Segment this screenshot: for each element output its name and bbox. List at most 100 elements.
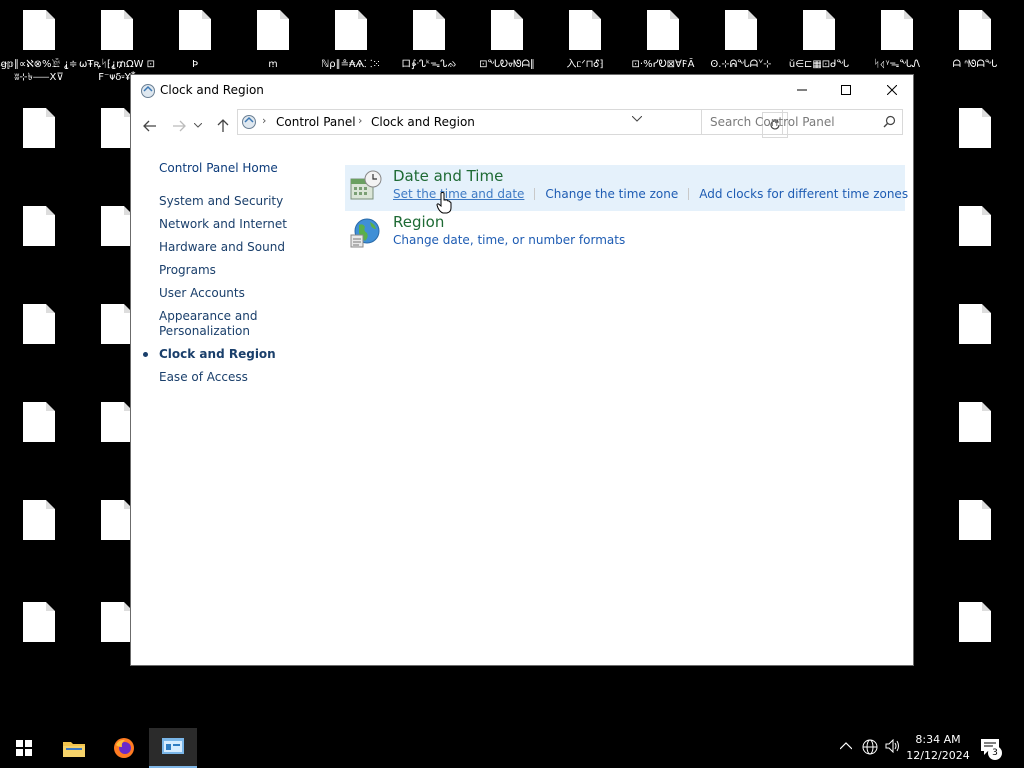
add-clocks-link[interactable]: Add clocks for different time zones bbox=[699, 187, 908, 201]
file-icon bbox=[23, 206, 55, 246]
taskbar: 8:34 AM 12/12/2024 3 bbox=[0, 728, 1024, 768]
search-box[interactable] bbox=[701, 109, 903, 135]
address-dropdown-button[interactable] bbox=[631, 114, 643, 125]
link-divider bbox=[688, 188, 690, 200]
desktop-file-icon[interactable] bbox=[936, 592, 1014, 682]
change-time-zone-link[interactable]: Change the time zone bbox=[545, 187, 678, 201]
nav-user-accounts[interactable]: User Accounts bbox=[159, 286, 339, 301]
file-icon bbox=[959, 602, 991, 642]
file-icon bbox=[101, 602, 133, 642]
nav-network-and-internet[interactable]: Network and Internet bbox=[159, 217, 339, 232]
date-and-time-title[interactable]: Date and Time bbox=[393, 167, 503, 185]
desktop-file-icon[interactable] bbox=[936, 490, 1014, 580]
chevron-up-icon bbox=[839, 742, 853, 750]
file-icon bbox=[23, 500, 55, 540]
search-input[interactable] bbox=[702, 110, 878, 134]
notification-count-badge: 3 bbox=[988, 746, 1002, 760]
file-icon bbox=[101, 402, 133, 442]
maximize-icon bbox=[841, 85, 851, 95]
desktop-file-icon[interactable]: ᗩ ᐢᘚᗩᖓ bbox=[936, 0, 1014, 90]
region-globe-icon bbox=[350, 218, 380, 248]
category-date-and-time[interactable]: Date and Time Set the time and date Chang… bbox=[345, 165, 908, 211]
close-button[interactable] bbox=[869, 75, 915, 105]
file-icon bbox=[413, 10, 445, 50]
control-panel-window[interactable]: Clock and Region › Control Panel › Clock… bbox=[130, 74, 914, 666]
control-panel-taskbar-button[interactable] bbox=[149, 728, 197, 768]
desktop-file-icon[interactable] bbox=[936, 98, 1014, 188]
show-hidden-icons-button[interactable] bbox=[839, 739, 853, 754]
breadcrumb-clock-and-region[interactable]: Clock and Region bbox=[371, 115, 475, 129]
file-icon bbox=[959, 304, 991, 344]
maximize-button[interactable] bbox=[823, 75, 869, 105]
up-arrow-icon bbox=[217, 119, 229, 132]
file-icon bbox=[959, 500, 991, 540]
close-icon bbox=[887, 85, 897, 95]
minimize-button[interactable] bbox=[779, 75, 825, 105]
file-explorer-button[interactable] bbox=[50, 728, 98, 768]
change-formats-link[interactable]: Change date, time, or number formats bbox=[393, 233, 625, 247]
windows-logo-icon bbox=[16, 740, 32, 756]
start-button[interactable] bbox=[0, 728, 48, 768]
chevron-right-icon: › bbox=[358, 114, 363, 127]
file-icon bbox=[335, 10, 367, 50]
desktop-file-icon[interactable] bbox=[0, 294, 78, 384]
action-center-button[interactable]: 3 bbox=[980, 738, 1002, 760]
file-icon bbox=[647, 10, 679, 50]
desktop-file-icon[interactable] bbox=[936, 294, 1014, 384]
forward-arrow-icon bbox=[173, 120, 186, 132]
back-arrow-icon bbox=[143, 120, 156, 132]
desktop-file-icon[interactable] bbox=[936, 392, 1014, 482]
desktop-file-icon[interactable] bbox=[0, 592, 78, 682]
nav-programs[interactable]: Programs bbox=[159, 263, 339, 278]
date-and-time-links: Set the time and date Change the time zon… bbox=[393, 187, 908, 201]
chevron-right-icon: › bbox=[262, 114, 267, 127]
clock-date: 12/12/2024 bbox=[906, 749, 970, 762]
file-icon bbox=[23, 10, 55, 50]
file-icon bbox=[569, 10, 601, 50]
region-title[interactable]: Region bbox=[393, 213, 444, 231]
file-icon bbox=[23, 602, 55, 642]
region-links: Change date, time, or number formats bbox=[393, 233, 625, 247]
file-icon bbox=[101, 304, 133, 344]
firefox-button[interactable] bbox=[100, 728, 148, 768]
control-panel-icon bbox=[141, 84, 155, 98]
desktop-file-icon[interactable]: ꞡ𝕡∥∝ℵ⊗%𓀀 ⸘≑ʬ⊹৳⸺X⊽ bbox=[0, 0, 78, 90]
file-icon bbox=[803, 10, 835, 50]
back-button[interactable] bbox=[139, 115, 161, 137]
file-icon bbox=[257, 10, 289, 50]
desktop-file-icon[interactable] bbox=[0, 196, 78, 286]
category-region[interactable]: Region Change date, time, or number form… bbox=[345, 211, 905, 257]
file-icon bbox=[491, 10, 523, 50]
desktop-file-icon[interactable] bbox=[0, 98, 78, 188]
file-icon bbox=[959, 206, 991, 246]
control-panel-home-link[interactable]: Control Panel Home bbox=[159, 161, 339, 181]
recent-locations-button[interactable] bbox=[191, 115, 205, 137]
up-button[interactable] bbox=[212, 115, 234, 137]
set-time-and-date-link[interactable]: Set the time and date bbox=[393, 187, 524, 201]
nav-hardware-and-sound[interactable]: Hardware and Sound bbox=[159, 240, 339, 255]
desktop-file-icon[interactable] bbox=[936, 196, 1014, 286]
file-icon bbox=[101, 206, 133, 246]
search-icon[interactable] bbox=[883, 115, 896, 128]
network-button[interactable] bbox=[862, 739, 878, 759]
clock-button[interactable]: 8:34 AM 12/12/2024 bbox=[904, 732, 972, 764]
forward-button[interactable] bbox=[168, 115, 190, 137]
window-title: Clock and Region bbox=[160, 83, 264, 97]
title-bar[interactable]: Clock and Region bbox=[131, 75, 913, 107]
file-icon bbox=[179, 10, 211, 50]
desktop-icon-label: ᗩ ᐢᘚᗩᖓ bbox=[952, 59, 998, 70]
file-icon bbox=[101, 10, 133, 50]
desktop-file-icon[interactable] bbox=[0, 490, 78, 580]
breadcrumb-control-panel[interactable]: Control Panel bbox=[276, 115, 356, 129]
volume-button[interactable] bbox=[885, 738, 901, 757]
chevron-down-icon bbox=[631, 115, 643, 122]
nav-ease-of-access[interactable]: Ease of Access bbox=[159, 370, 339, 385]
file-icon bbox=[959, 108, 991, 148]
globe-network-icon bbox=[862, 739, 878, 755]
desktop-file-icon[interactable] bbox=[0, 392, 78, 482]
nav-system-and-security[interactable]: System and Security bbox=[159, 194, 339, 209]
file-icon bbox=[101, 108, 133, 148]
file-icon bbox=[725, 10, 757, 50]
nav-appearance-and-personalization[interactable]: Appearance and Personalization bbox=[159, 309, 259, 339]
nav-clock-and-region[interactable]: Clock and Region bbox=[143, 347, 339, 362]
